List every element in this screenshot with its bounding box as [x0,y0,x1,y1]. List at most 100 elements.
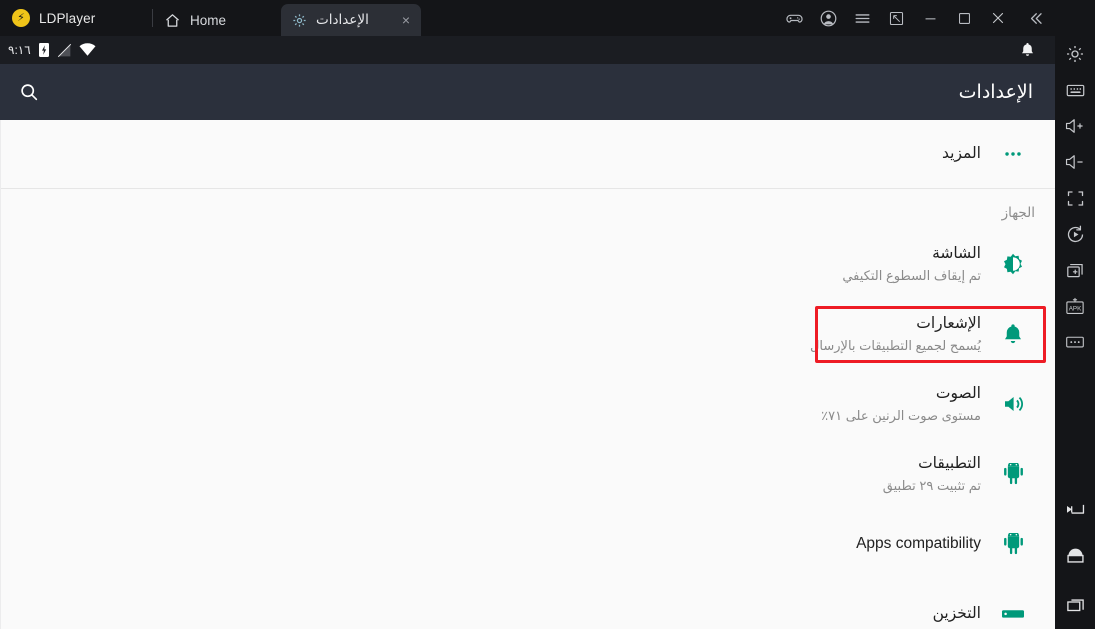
emulator-toolbar: APK [1055,0,1095,629]
add-window-icon [1065,260,1086,281]
bell-icon [989,323,1037,346]
home-nav-icon [1064,547,1087,567]
brightness-icon [989,252,1037,276]
rotate-play-icon [1065,224,1086,245]
resize-button[interactable] [879,0,913,36]
volume-icon [989,392,1037,416]
home-icon [164,12,181,29]
close-button[interactable] [981,0,1015,36]
section-header-device: الجهاز [1001,205,1035,220]
search-button[interactable] [18,81,40,103]
settings-row-sound-text: الصوت مستوى صوت الرنين على ٧١٪ [21,384,989,424]
brand-name-label: LDPlayer [39,10,96,26]
maximize-button[interactable] [947,0,981,36]
settings-row-notifications-title: الإشعارات [916,315,981,333]
account-icon [819,9,838,28]
settings-row-apps-text: التطبيقات تم تثبيت ٢٩ تطبيق [21,454,989,494]
rotate-button[interactable] [1055,216,1095,252]
volume-up-icon [1064,116,1086,136]
settings-row-storage[interactable]: التخزين [1,579,1055,629]
settings-row-apps-compatibility-text: Apps compatibility [21,534,989,553]
app-brand: LDPlayer [0,0,152,36]
tab-settings[interactable]: الإعدادات × [281,4,421,36]
settings-row-notifications-text: الإشعارات يُسمح لجميع التطبيقات بالإرسال [21,314,989,354]
tab-home-label: Home [190,12,227,28]
gamepad-icon [785,9,804,28]
page-title: الإعدادات [958,81,1033,103]
back-arrow-icon [1064,499,1087,519]
collapse-sidebar-button[interactable] [1015,0,1055,36]
account-button[interactable] [811,0,845,36]
volume-up-button[interactable] [1055,108,1095,144]
double-chevron-left-icon [1026,9,1045,28]
gear-icon [1065,44,1085,64]
settings-row-sound[interactable]: الصوت مستوى صوت الرنين على ٧١٪ [1,369,1055,439]
recents-icon [1064,595,1087,615]
status-time: ٩:١٦ [8,43,31,57]
minimize-icon [922,10,939,27]
menu-button[interactable] [845,0,879,36]
apk-install-icon: APK [1064,296,1086,317]
svg-text:APK: APK [1069,305,1082,312]
settings-row-apps-title: التطبيقات [918,455,981,473]
tab-close-icon[interactable]: × [402,13,410,27]
settings-row-apps-subtitle: تم تثبيت ٢٩ تطبيق [882,477,981,493]
fullscreen-icon [1065,188,1086,209]
settings-app-header: الإعدادات [0,64,1055,120]
emulator-settings-button[interactable] [1055,36,1095,72]
multi-instance-button[interactable] [1055,252,1095,288]
nav-home-button[interactable] [1055,533,1095,581]
settings-row-storage-title: التخزين [932,605,981,623]
wifi-icon [79,43,96,57]
window-controls [777,0,1015,36]
battery-charging-icon [38,42,50,58]
overflow-dots-icon [989,143,1037,165]
ldplayer-window: LDPlayer Home الإعدادات × [0,0,1095,629]
tab-settings-label: الإعدادات [316,12,369,27]
settings-row-storage-text: التخزين [21,604,989,623]
minimize-button[interactable] [913,0,947,36]
keyboard-button[interactable] [1055,72,1095,108]
more-tools-button[interactable] [1055,324,1095,360]
more-dots-icon [1064,333,1086,351]
settings-row-sound-subtitle: مستوى صوت الرنين على ٧١٪ [821,407,981,423]
settings-row-display-text: الشاشة تم إيقاف السطوع التكيفي [21,244,989,284]
resize-icon [888,10,905,27]
signal-off-icon [57,43,72,58]
install-apk-button[interactable]: APK [1055,288,1095,324]
settings-row-more-text: المزيد [21,144,989,163]
maximize-icon [956,10,973,27]
settings-row-apps-compatibility-title: Apps compatibility [856,535,981,553]
settings-list[interactable]: المزيد الجهاز الشاشة تم إيقاف السطوع الت… [0,120,1055,629]
bell-icon [1020,42,1035,58]
settings-row-display[interactable]: الشاشة تم إيقاف السطوع التكيفي [1,229,1055,299]
ldplayer-logo-icon [12,9,30,27]
nav-back-button[interactable] [1055,485,1095,533]
storage-icon [989,605,1037,623]
settings-row-notifications[interactable]: الإشعارات يُسمح لجميع التطبيقات بالإرسال [1,299,1055,369]
gamepad-button[interactable] [777,0,811,36]
fullscreen-button[interactable] [1055,180,1095,216]
android-robot-icon [989,463,1037,485]
nav-recents-button[interactable] [1055,581,1095,629]
hamburger-menu-icon [853,9,872,28]
settings-row-more[interactable]: المزيد [1,120,1055,188]
settings-row-notifications-subtitle: يُسمح لجميع التطبيقات بالإرسال [809,337,981,353]
tab-home[interactable]: Home [153,4,281,36]
settings-row-apps[interactable]: التطبيقات تم تثبيت ٢٩ تطبيق [1,439,1055,509]
android-robot-icon [989,533,1037,555]
settings-row-display-title: الشاشة [932,245,981,263]
android-status-bar: ٩:١٦ [0,36,1055,64]
volume-down-icon [1064,152,1086,172]
window-titlebar: LDPlayer Home الإعدادات × [0,0,1055,36]
settings-gear-icon [292,13,307,28]
settings-row-sound-title: الصوت [935,385,981,403]
settings-row-display-subtitle: تم إيقاف السطوع التكيفي [842,267,981,283]
keyboard-icon [1065,80,1086,101]
status-notification-area [1020,42,1045,58]
settings-row-more-label: المزيد [942,145,981,163]
volume-down-button[interactable] [1055,144,1095,180]
search-icon [18,81,40,103]
close-icon [989,9,1007,27]
settings-row-apps-compatibility[interactable]: Apps compatibility [1,509,1055,579]
